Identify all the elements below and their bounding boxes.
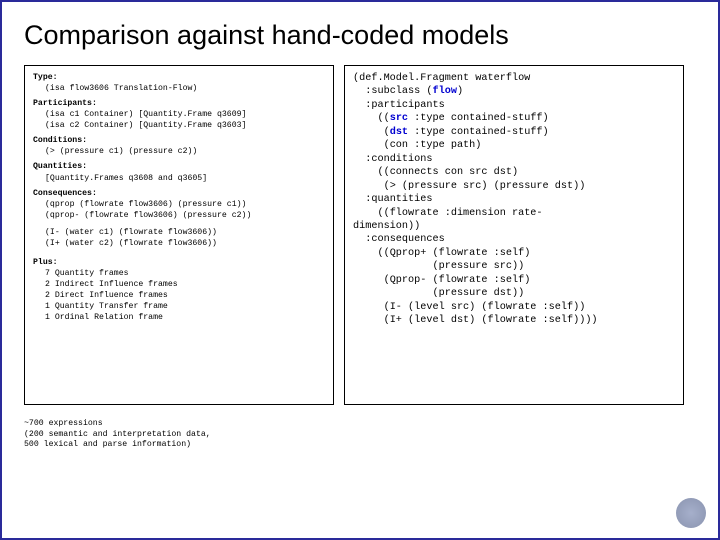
participants-2: (isa c2 Container) [Quantity.Frame q3603… <box>33 120 325 131</box>
footer-3: 500 lexical and parse information) <box>24 440 696 451</box>
participants-1: (isa c1 Container) [Quantity.Frame q3609… <box>33 109 325 120</box>
plus-5: 1 Ordinal Relation frame <box>33 312 325 323</box>
model-fragment-box: (def.Model.Fragment waterflow :subclass … <box>344 65 684 405</box>
conseq-1: (qprop (flowrate flow3606) (pressure c1)… <box>33 199 325 210</box>
consequences-label: Consequences: <box>33 188 325 199</box>
content-columns: Type: (isa flow3606 Translation-Flow) Pa… <box>24 65 696 405</box>
slide: Comparison against hand-coded models Typ… <box>0 0 720 540</box>
conseq-3: (I- (water c1) (flowrate flow3606)) <box>33 227 325 238</box>
code-block: (def.Model.Fragment waterflow :subclass … <box>353 72 675 328</box>
plus-3: 2 Direct Influence frames <box>33 290 325 301</box>
type-label: Type: <box>33 72 325 83</box>
quantities-label: Quantities: <box>33 161 325 172</box>
slide-inner: Comparison against hand-coded models Typ… <box>2 2 718 538</box>
slide-title: Comparison against hand-coded models <box>24 20 696 51</box>
plus-2: 2 Indirect Influence frames <box>33 279 325 290</box>
plus-label: Plus: <box>33 257 325 268</box>
plus-1: 7 Quantity frames <box>33 268 325 279</box>
instance-box: Type: (isa flow3606 Translation-Flow) Pa… <box>24 65 334 405</box>
seal-icon <box>676 498 706 528</box>
type-line: (isa flow3606 Translation-Flow) <box>33 83 325 94</box>
conseq-4: (I+ (water c2) (flowrate flow3606)) <box>33 238 325 249</box>
conseq-2: (qprop- (flowrate flow3606) (pressure c2… <box>33 210 325 221</box>
plus-4: 1 Quantity Transfer frame <box>33 301 325 312</box>
conditions-1: (> (pressure c1) (pressure c2)) <box>33 146 325 157</box>
conditions-label: Conditions: <box>33 135 325 146</box>
footer-note: ~700 expressions (200 semantic and inter… <box>24 419 696 451</box>
quantities-1: [Quantity.Frames q3608 and q3605] <box>33 173 325 184</box>
participants-label: Participants: <box>33 98 325 109</box>
footer-1: ~700 expressions <box>24 419 696 430</box>
footer-2: (200 semantic and interpretation data, <box>24 430 696 441</box>
